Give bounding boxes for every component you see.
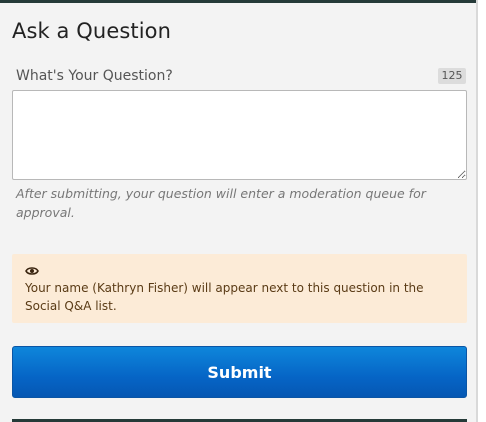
question-input[interactable] bbox=[12, 90, 467, 180]
top-border bbox=[0, 0, 476, 3]
submit-button[interactable]: Submit bbox=[12, 346, 467, 398]
character-counter: 125 bbox=[438, 68, 466, 84]
eye-icon bbox=[25, 267, 39, 275]
moderation-help-text: After submitting, your question will ent… bbox=[16, 186, 426, 220]
right-edge bbox=[476, 0, 486, 422]
notice-text: Your name (Kathryn Fisher) will appear n… bbox=[25, 281, 424, 313]
question-label: What's Your Question? bbox=[16, 68, 173, 84]
name-visibility-notice: Your name (Kathryn Fisher) will appear n… bbox=[12, 254, 467, 323]
ask-question-panel: Ask a Question What's Your Question? 125… bbox=[0, 0, 486, 422]
page-title: Ask a Question bbox=[12, 19, 172, 43]
